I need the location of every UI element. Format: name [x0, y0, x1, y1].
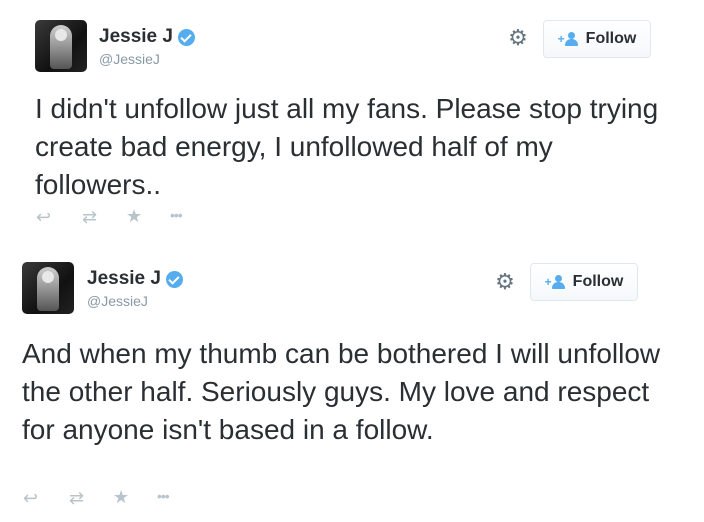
gear-icon[interactable]: ⚙ [494, 271, 516, 293]
author-name-row[interactable]: Jessie J [87, 268, 183, 290]
display-name[interactable]: Jessie J [87, 268, 161, 290]
star-icon[interactable]: ★ [113, 488, 129, 506]
follow-button[interactable]: + Follow [543, 20, 651, 58]
gear-icon[interactable]: ⚙ [507, 27, 529, 49]
more-icon[interactable]: ••• [157, 487, 170, 505]
add-user-icon: + [545, 274, 569, 290]
follow-button[interactable]: + Follow [530, 263, 638, 301]
avatar[interactable] [35, 20, 87, 72]
tweet-card: Jessie J @JessieJ ⚙ + Follow I didn't un… [0, 0, 704, 240]
reply-icon[interactable]: ↩ [36, 208, 51, 226]
follow-button-label: Follow [585, 30, 637, 47]
verified-badge-icon [177, 28, 195, 46]
retweet-icon[interactable]: ⇄ [69, 489, 84, 507]
author-name-row[interactable]: Jessie J [99, 26, 195, 48]
avatar[interactable] [22, 262, 74, 314]
retweet-icon[interactable]: ⇄ [82, 208, 97, 226]
tweet-text: And when my thumb can be bothered I will… [22, 338, 661, 445]
more-icon[interactable]: ••• [170, 206, 183, 224]
verified-badge-icon [165, 270, 183, 288]
handle[interactable]: @JessieJ [87, 293, 148, 309]
follow-button-label: Follow [572, 273, 624, 290]
reply-icon[interactable]: ↩ [23, 489, 38, 507]
tweet-card: Jessie J @JessieJ ⚙ + Follow And when my… [0, 244, 704, 522]
add-user-icon: + [558, 31, 582, 47]
display-name[interactable]: Jessie J [99, 26, 173, 48]
star-icon[interactable]: ★ [126, 207, 142, 225]
tweet-text: I didn't unfollow just all my fans. Plea… [35, 93, 659, 200]
handle[interactable]: @JessieJ [99, 51, 160, 67]
